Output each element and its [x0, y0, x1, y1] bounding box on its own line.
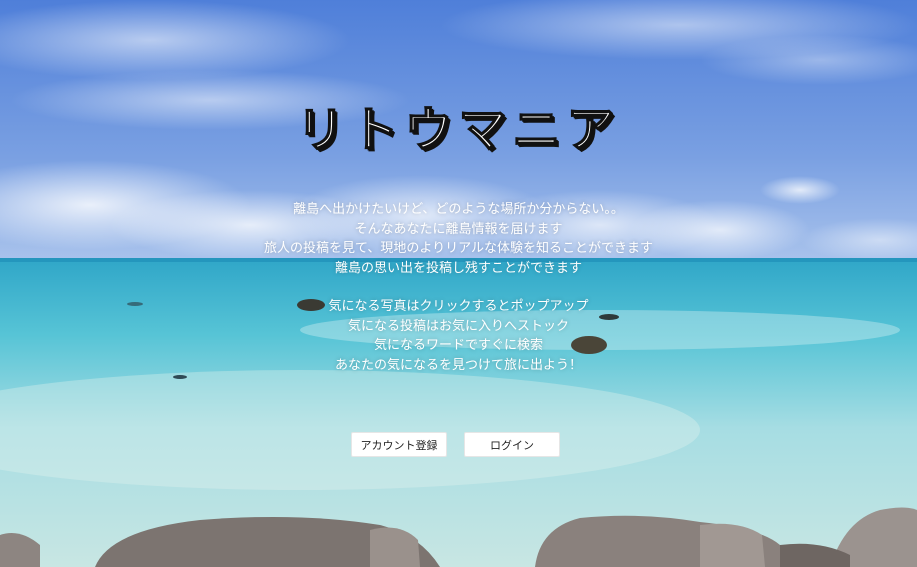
- register-button[interactable]: アカウント登録: [351, 432, 447, 457]
- features-text: 気になる写真はクリックするとポップアップ 気になる投稿はお気に入りへストック 気…: [0, 297, 917, 375]
- feature-line: 気になるワードですぐに検索: [373, 338, 543, 353]
- intro-line: そんなあなたに離島情報を届けます: [354, 221, 563, 237]
- intro-line: 旅人の投稿を見て、現地のよりリアルな体験を知ることができます: [264, 241, 653, 256]
- feature-line: あなたの気になるを見つけて旅に出よう！: [334, 357, 582, 373]
- hero-content: リトウマニア 離島へ出かけたいけど、どのような場所か分からない。。 そんなあなた…: [0, 0, 917, 567]
- intro-line: 離島へ出かけたいけど、どのような場所か分からない。。: [293, 202, 624, 217]
- hero-section: リトウマニア 離島へ出かけたいけど、どのような場所か分からない。。 そんなあなた…: [0, 0, 917, 567]
- feature-line: 気になる投稿はお気に入りへストック: [347, 318, 569, 334]
- site-logo: リトウマニア: [296, 101, 621, 159]
- intro-line: 離島の思い出を投稿し残すことができます: [334, 260, 582, 276]
- feature-line: 気になる写真はクリックするとポップアップ: [328, 299, 589, 314]
- login-button[interactable]: ログイン: [464, 432, 560, 457]
- intro-text: 離島へ出かけたいけど、どのような場所か分からない。。 そんなあなたに離島情報を届…: [0, 200, 917, 278]
